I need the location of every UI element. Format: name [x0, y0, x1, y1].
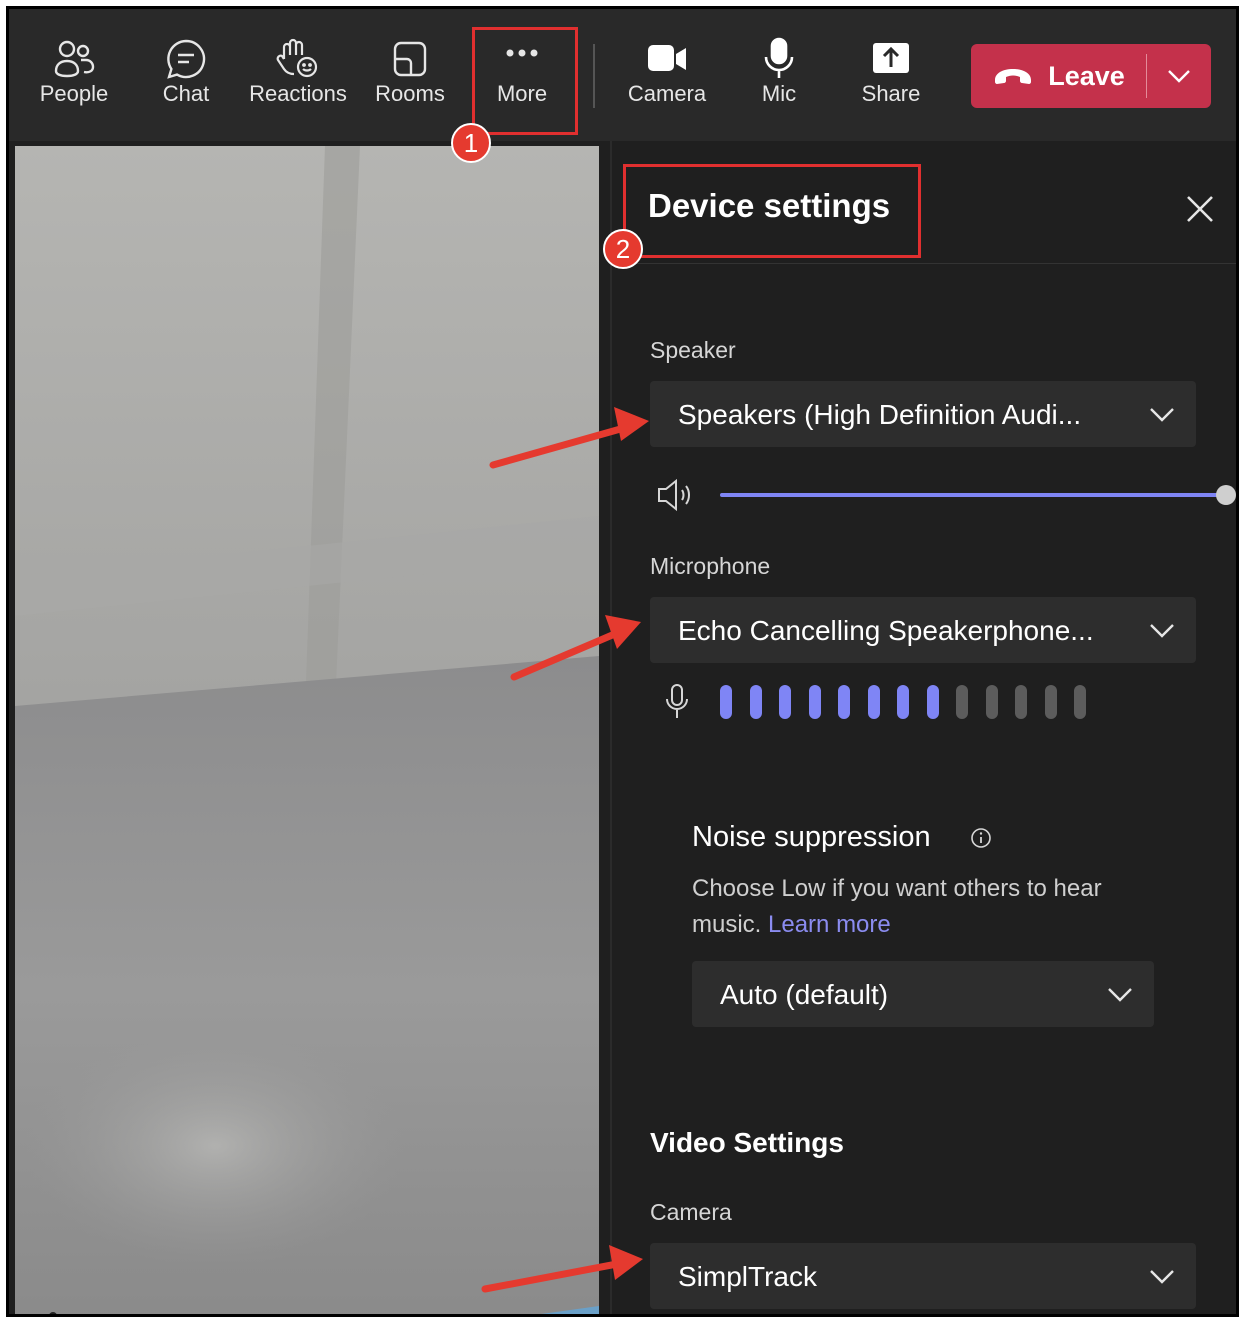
chat-icon	[130, 27, 242, 79]
video-frame-image	[15, 146, 599, 1314]
mic-level-bar	[926, 685, 939, 719]
reactions-label: Reactions	[249, 81, 347, 106]
hang-up-phone-icon	[995, 69, 1032, 84]
speaker-select[interactable]: Speakers (High Definition Audi...	[650, 381, 1196, 447]
self-video-feed	[15, 146, 599, 1314]
breakout-rooms-icon	[354, 27, 466, 77]
mic-level-bar	[808, 685, 821, 719]
mic-level-bar	[1074, 685, 1086, 719]
mic-level-bar	[838, 685, 850, 719]
share-button[interactable]: Share	[835, 27, 947, 127]
chevron-down-icon	[1108, 988, 1132, 1002]
leave-button-group: Leave	[971, 44, 1211, 108]
reactions-button[interactable]: Reactions	[242, 27, 354, 127]
noise-suppression-description-text: Choose Low if you want others to hear mu…	[692, 875, 1102, 938]
camera-value: SimplTrack	[678, 1261, 817, 1292]
speaker-label: Speaker	[650, 337, 736, 363]
mic-level-bar	[749, 685, 762, 719]
share-label: Share	[861, 81, 921, 106]
camera-label: Camera	[650, 1199, 732, 1225]
noise-suppression-value: Auto (default)	[720, 979, 889, 1010]
video-camera-icon	[611, 27, 723, 77]
speaker-value: Speakers (High Definition Audi...	[678, 399, 1082, 430]
raise-hand-reactions-icon	[242, 27, 354, 78]
mic-level-bar	[867, 685, 880, 719]
close-icon	[1187, 196, 1213, 222]
mic-level-bar	[779, 685, 791, 719]
chat-button[interactable]: Chat	[130, 27, 242, 127]
annotation-badge-1: 1	[451, 123, 491, 163]
mic-level-bar	[720, 685, 732, 719]
chevron-down-icon	[1150, 1270, 1174, 1284]
microphone-level-icon	[666, 684, 688, 718]
noise-suppression-select[interactable]: Auto (default)	[692, 961, 1154, 1027]
people-button[interactable]: People	[18, 27, 130, 127]
microphone-icon	[723, 27, 835, 78]
close-panel-button[interactable]	[1182, 191, 1218, 227]
leave-options-dropdown[interactable]	[1147, 44, 1211, 108]
mic-level-bar	[1044, 685, 1057, 719]
mic-level-bar	[956, 685, 968, 719]
mic-button[interactable]: Mic	[723, 27, 835, 127]
mic-level-bar	[985, 685, 998, 719]
chevron-down-icon	[1150, 408, 1174, 422]
leave-label: Leave	[1048, 60, 1125, 91]
people-icon	[18, 27, 130, 78]
camera-select[interactable]: SimplTrack	[650, 1243, 1196, 1309]
chevron-down-icon	[1168, 70, 1190, 83]
annotation-highlight-more	[472, 27, 578, 135]
rooms-label: Rooms	[375, 81, 445, 106]
annotation-highlight-device-settings	[623, 164, 921, 258]
mic-label: Mic	[761, 81, 797, 106]
speaker-volume-icon	[658, 478, 690, 512]
info-icon[interactable]	[970, 827, 992, 849]
people-label: People	[39, 81, 109, 106]
mic-level-bar	[897, 685, 909, 719]
speaker-volume-thumb[interactable]	[1216, 485, 1236, 505]
video-settings-title: Video Settings	[650, 1127, 844, 1158]
share-screen-icon	[835, 27, 947, 77]
camera-button[interactable]: Camera	[611, 27, 723, 127]
microphone-select[interactable]: Echo Cancelling Speakerphone...	[650, 597, 1196, 663]
device-settings-panel: Device settings Speaker Speakers (High D…	[610, 141, 1236, 1314]
microphone-value: Echo Cancelling Speakerphone...	[678, 615, 1094, 646]
chat-label: Chat	[162, 81, 210, 106]
learn-more-link[interactable]: Learn more	[768, 911, 891, 938]
teams-meeting-window: People Chat Reactions Rooms More Camera …	[6, 6, 1239, 1317]
camera-label: Camera	[627, 81, 707, 106]
toolbar-divider	[593, 44, 595, 108]
microphone-label: Microphone	[650, 553, 771, 579]
noise-suppression-description: Choose Low if you want others to hear mu…	[692, 871, 1152, 943]
noise-suppression-title: Noise suppression	[692, 821, 931, 853]
annotation-badge-2: 2	[603, 229, 643, 269]
meeting-toolbar: People Chat Reactions Rooms More Camera …	[9, 9, 1236, 141]
leave-button[interactable]: Leave	[971, 44, 1146, 108]
mic-level-bar	[1015, 685, 1027, 719]
chevron-down-icon	[1150, 624, 1174, 638]
speaker-volume-slider[interactable]	[720, 493, 1228, 497]
rooms-button[interactable]: Rooms	[354, 27, 466, 127]
